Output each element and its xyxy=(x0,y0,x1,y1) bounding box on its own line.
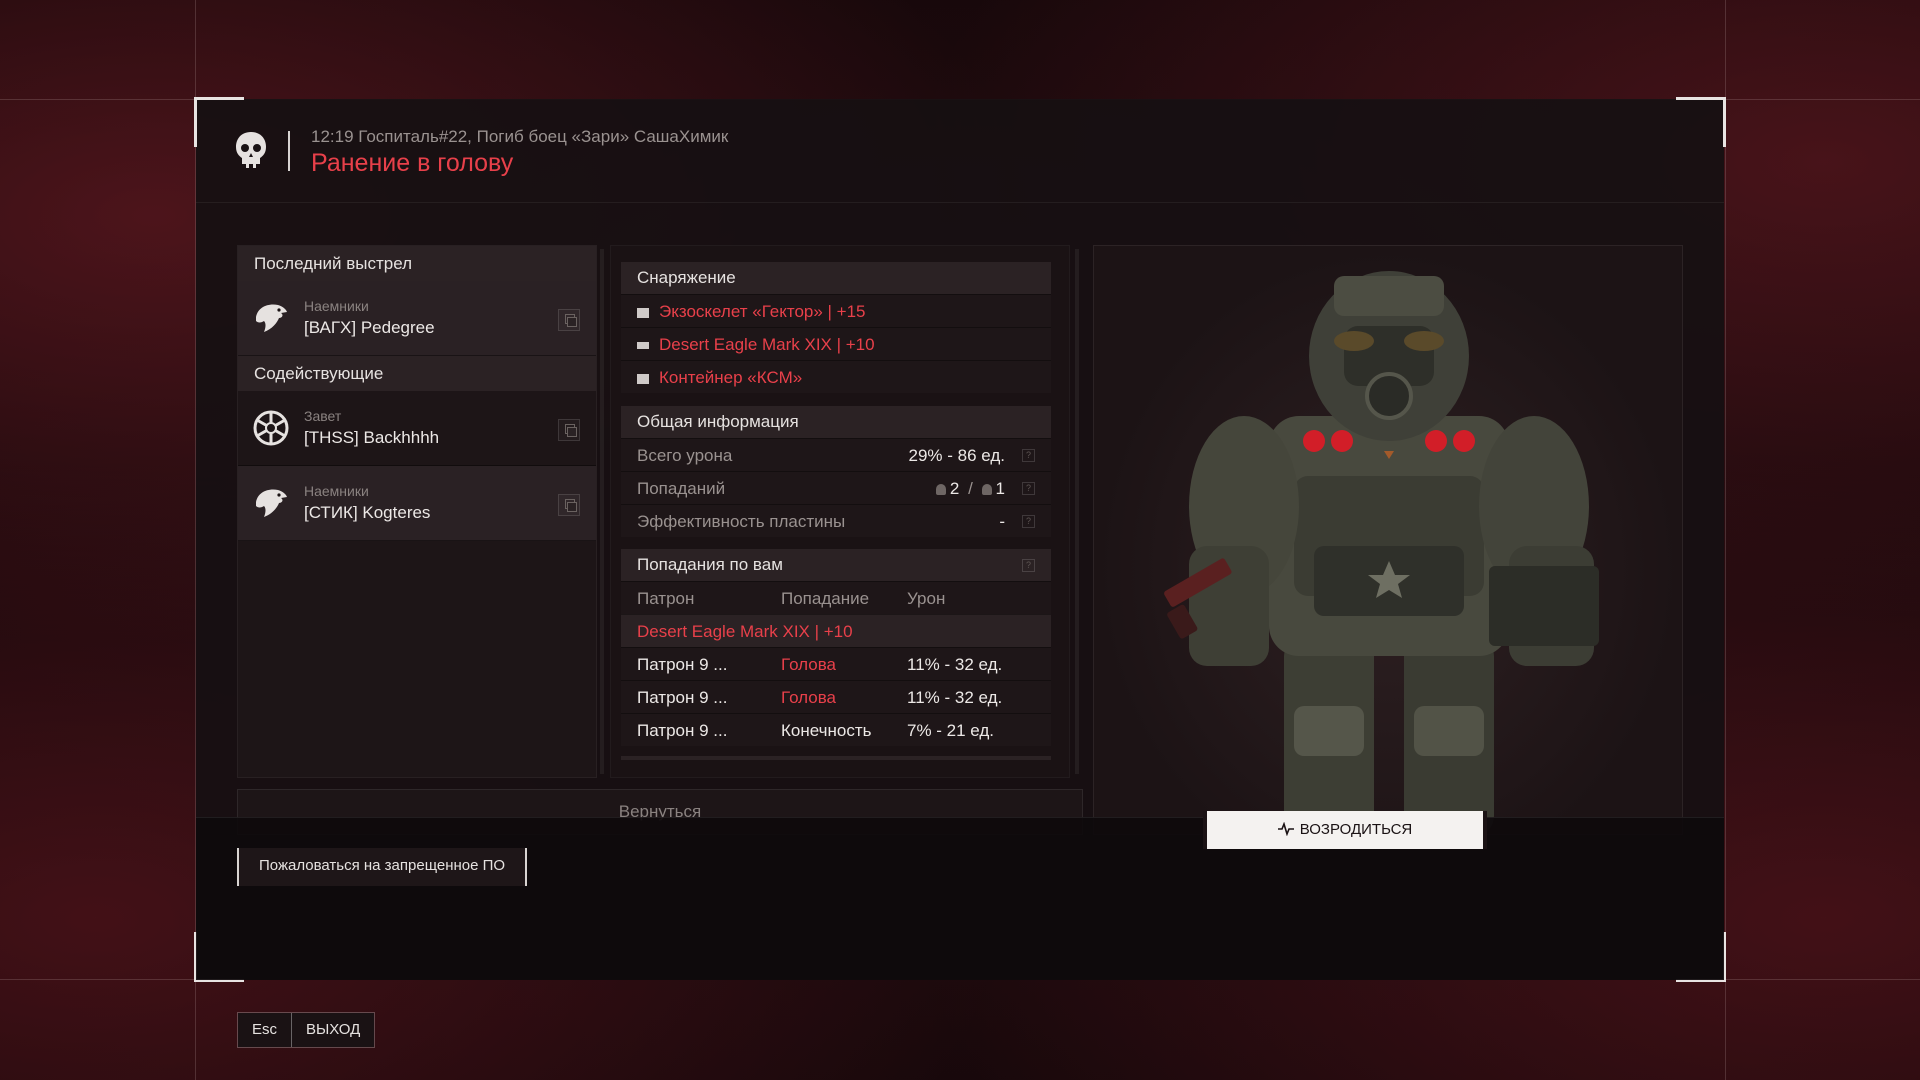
hit-damage: 11% - 32 ед. xyxy=(907,688,1003,707)
exoskeleton-character-image xyxy=(1164,271,1599,834)
killers-panel: Последний выстрел Наемники [ВАГХ] Pedegr… xyxy=(237,245,597,778)
eagle-icon xyxy=(256,489,287,517)
death-info: 12:19 Госпиталь#22, Погиб боец «Зари» Са… xyxy=(311,127,729,146)
hits-table-header: Патрон Попадание Урон xyxy=(621,581,1051,614)
dialog-header: 12:19 Госпиталь#22, Погиб боец «Зари» Са… xyxy=(196,99,1724,203)
column-header-damage: Урон xyxy=(907,589,946,608)
faction-label: Завет xyxy=(304,408,342,424)
stat-label: Попаданий xyxy=(637,479,726,498)
general-info-section: Общая информация Всего урона 29% - 86 ед… xyxy=(621,406,1051,537)
equipment-item-label: Экзоскелет «Гектор» | +15 xyxy=(659,302,866,321)
container-icon xyxy=(637,373,649,384)
left-scrollbar[interactable] xyxy=(600,249,604,774)
stat-value: 2 / 1 xyxy=(935,472,1005,505)
assist-row[interactable]: Наемники [СТИК] Kogteres xyxy=(238,466,596,541)
stat-row-total-damage: Всего урона 29% - 86 ед. ? xyxy=(621,438,1051,471)
person-icon xyxy=(935,484,946,495)
stat-row-plate-efficiency: Эффективность пластины - ? xyxy=(621,504,1051,537)
hit-location: Конечность xyxy=(781,721,872,740)
exit-control[interactable]: Esc ВЫХОД xyxy=(237,1012,376,1048)
player-name: [ВАГХ] Pedegree xyxy=(304,318,435,337)
table-row: Патрон 9 ... Голова 11% - 32 ед. xyxy=(621,680,1051,713)
hit-damage: 7% - 21 ед. xyxy=(907,721,995,740)
exit-button[interactable]: ВЫХОД xyxy=(292,1013,375,1047)
hits-weapon-label: Desert Eagle Mark XIX | +10 xyxy=(637,622,853,641)
killer-row[interactable]: Наемники [ВАГХ] Pedegree xyxy=(238,281,596,356)
death-dialog: 12:19 Госпиталь#22, Погиб боец «Зари» Са… xyxy=(194,97,1726,982)
character-preview xyxy=(1093,245,1683,835)
player-name: [THSS] Backhhhh xyxy=(304,428,440,447)
help-icon[interactable]: ? xyxy=(1022,482,1035,495)
column-header-ammo: Патрон xyxy=(637,589,695,608)
covenant-icon xyxy=(253,410,289,446)
hits-heading: Попадания по вам ? xyxy=(621,549,1051,581)
equipment-item[interactable]: Экзоскелет «Гектор» | +15 xyxy=(621,294,1051,327)
stat-value: 29% - 86 ед. xyxy=(908,446,1006,465)
hits-section: Попадания по вам ? Патрон Попадание Урон… xyxy=(621,549,1051,760)
esc-key-hint[interactable]: Esc xyxy=(238,1013,293,1047)
stat-value: - xyxy=(999,512,1005,531)
equipment-section: Снаряжение Экзоскелет «Гектор» | +15 Des… xyxy=(621,262,1051,393)
details-panel: Снаряжение Экзоскелет «Гектор» | +15 Des… xyxy=(610,245,1070,778)
general-info-heading: Общая информация xyxy=(621,406,1051,438)
equipment-item[interactable]: Desert Eagle Mark XIX | +10 xyxy=(621,327,1051,360)
player-name: [СТИК] Kogteres xyxy=(304,503,431,522)
header-separator xyxy=(288,131,290,171)
dialog-footer: Пожаловаться на запрещенное ПО xyxy=(196,817,1724,980)
hits-count-b: 1 xyxy=(995,479,1005,498)
stat-row-hits: Попаданий 2 / 1 ? xyxy=(621,471,1051,504)
hit-ammo: Патрон 9 ... xyxy=(637,721,728,740)
copy-icon[interactable] xyxy=(558,309,580,331)
bg-grid-line xyxy=(1725,0,1726,1080)
hits-table-divider xyxy=(621,756,1051,760)
eagle-icon xyxy=(256,304,287,332)
equipment-item-label: Контейнер «КСМ» xyxy=(659,368,803,387)
equipment-item[interactable]: Контейнер «КСМ» xyxy=(621,360,1051,393)
table-row: Патрон 9 ... Голова 11% - 32 ед. xyxy=(621,647,1051,680)
hit-location: Голова xyxy=(781,655,837,674)
assist-row[interactable]: Завет [THSS] Backhhhh xyxy=(238,391,596,466)
pulse-icon xyxy=(1277,821,1294,837)
skull-icon xyxy=(236,132,266,168)
respawn-button[interactable]: ВОЗРОДИТЬСЯ xyxy=(1203,811,1487,849)
hit-ammo: Патрон 9 ... xyxy=(637,688,728,707)
middle-scrollbar[interactable] xyxy=(1075,249,1079,774)
armor-icon xyxy=(637,307,649,318)
faction-label: Наемники xyxy=(304,483,369,499)
equipment-item-label: Desert Eagle Mark XIX | +10 xyxy=(659,335,875,354)
hit-damage: 11% - 32 ед. xyxy=(907,655,1003,674)
hit-ammo: Патрон 9 ... xyxy=(637,655,728,674)
help-icon[interactable]: ? xyxy=(1022,515,1035,528)
hits-separator: / xyxy=(968,479,973,498)
report-cheater-button[interactable]: Пожаловаться на запрещенное ПО xyxy=(237,848,528,886)
last-shot-heading: Последний выстрел xyxy=(238,246,596,281)
death-cause-title: Ранение в голову xyxy=(311,149,514,177)
assists-heading: Содействующие xyxy=(238,356,596,391)
pistol-icon xyxy=(637,342,649,350)
column-header-hit: Попадание xyxy=(781,589,870,608)
stat-label: Эффективность пластины xyxy=(637,512,846,531)
help-icon[interactable]: ? xyxy=(1022,449,1035,462)
hits-count-a: 2 xyxy=(949,479,960,498)
hits-heading-label: Попадания по вам xyxy=(637,555,783,574)
equipment-heading: Снаряжение xyxy=(621,262,1051,294)
copy-icon[interactable] xyxy=(558,419,580,441)
faction-label: Наемники xyxy=(304,298,369,314)
copy-icon[interactable] xyxy=(558,494,580,516)
table-row: Патрон 9 ... Конечность 7% - 21 ед. xyxy=(621,713,1051,746)
stat-label: Всего урона xyxy=(637,446,733,465)
person-icon xyxy=(981,484,992,495)
help-icon[interactable]: ? xyxy=(1022,559,1035,572)
hits-weapon-row: Desert Eagle Mark XIX | +10 xyxy=(621,614,1051,647)
respawn-button-label: ВОЗРОДИТЬСЯ xyxy=(1299,821,1413,838)
hit-location: Голова xyxy=(781,688,837,707)
